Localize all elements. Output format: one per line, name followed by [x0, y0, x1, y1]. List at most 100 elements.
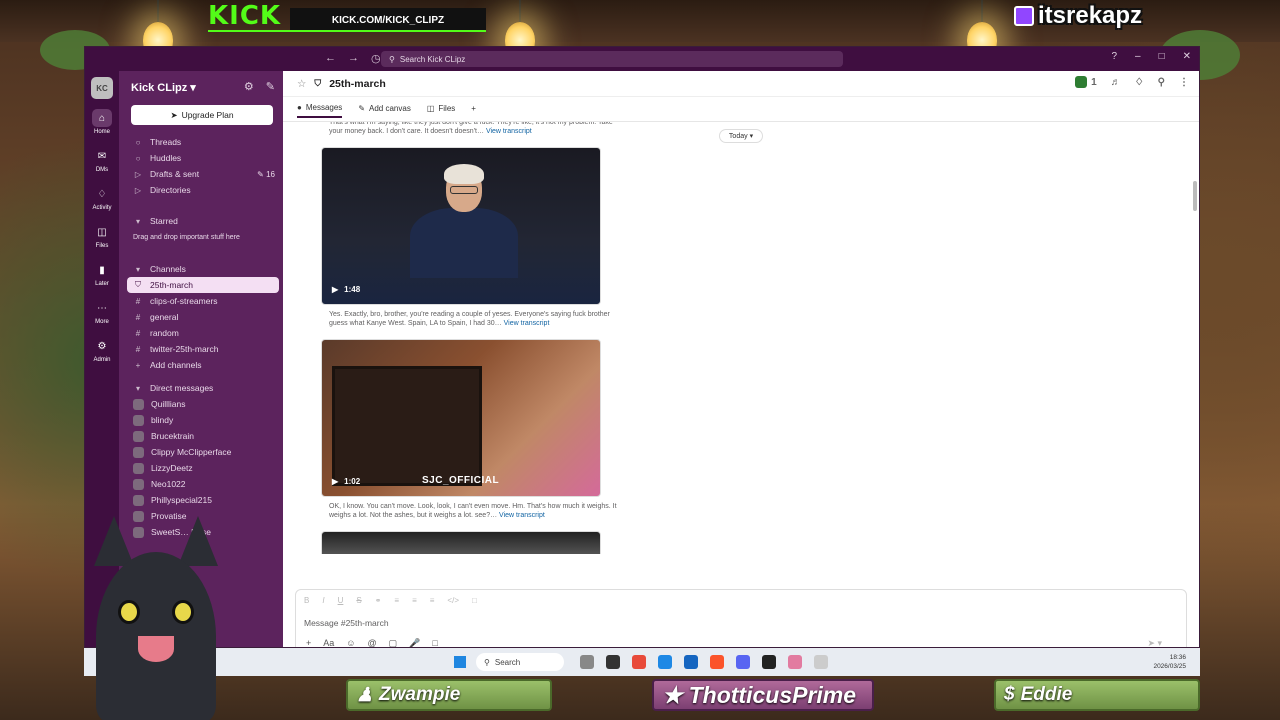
minimize-button[interactable]: –: [1135, 51, 1141, 62]
sidebar-item-label: Directories: [150, 185, 191, 195]
star-icon[interactable]: ☆: [297, 78, 306, 90]
microphone-icon[interactable]: 🎤: [409, 638, 420, 647]
video-icon[interactable]: ▢: [389, 638, 398, 647]
section-direct-messages[interactable]: ▾ Direct messages: [119, 380, 283, 396]
slash-command-icon[interactable]: □: [432, 638, 437, 647]
sidebar-item-drafts[interactable]: ▷ Drafts & sent ✎ 16: [119, 166, 283, 182]
channel-item[interactable]: # twitter-25th-march: [119, 341, 283, 357]
rail-home[interactable]: ⌂ Home: [92, 109, 112, 135]
taskbar-app-icon[interactable]: [788, 655, 802, 669]
taskbar-clock[interactable]: 18:36 2026/03/25: [1153, 653, 1186, 671]
taskbar-app-icon[interactable]: [606, 655, 620, 669]
history-clock-icon[interactable]: ◷: [371, 52, 381, 65]
dm-item[interactable]: LizzyDeetz: [119, 460, 283, 476]
taskbar-app-icon[interactable]: [658, 655, 672, 669]
help-icon[interactable]: ?: [1111, 51, 1117, 62]
dm-item[interactable]: Neo1022: [119, 476, 283, 492]
message-composer[interactable]: B I U S ⚭ ≡ ≡ ≡ </> □ Message #25th-marc…: [295, 589, 1187, 647]
dm-label: Quilllians: [151, 399, 186, 409]
send-button[interactable]: ➤ ▾: [1147, 638, 1162, 647]
search-icon[interactable]: ⚲: [1158, 77, 1165, 88]
message-input[interactable]: Message #25th-march: [304, 618, 389, 628]
channel-title[interactable]: 25th-march: [329, 78, 386, 90]
rail-activity[interactable]: ♢ Activity: [92, 185, 112, 212]
channel-item[interactable]: # random: [119, 325, 283, 341]
emoji-icon[interactable]: ☺: [346, 638, 355, 647]
compose-icon[interactable]: ✎: [266, 80, 275, 93]
channel-item[interactable]: # clips-of-streamers: [119, 293, 283, 309]
add-channels-button[interactable]: + Add channels: [119, 357, 283, 373]
video-attachment[interactable]: [321, 531, 601, 554]
section-starred[interactable]: ▾ Starred: [119, 213, 283, 229]
workspace-name[interactable]: Kick CLipz ▾: [131, 81, 196, 94]
rail-more[interactable]: ⋯ More: [92, 299, 112, 326]
search-bar[interactable]: ⚲ Search Kick CLipz: [381, 51, 843, 67]
taskbar-app-icon[interactable]: [736, 655, 750, 669]
rail-files[interactable]: ◫ Files: [92, 223, 112, 250]
windows-start-icon[interactable]: [454, 656, 466, 668]
dm-item[interactable]: Brucektrain: [119, 428, 283, 444]
cat-eye: [118, 600, 140, 624]
view-transcript-link[interactable]: View transcript: [499, 512, 545, 519]
headphones-icon: ○: [135, 153, 141, 163]
italic-icon[interactable]: I: [322, 596, 324, 605]
upgrade-plan-button[interactable]: ➤ Upgrade Plan: [131, 105, 273, 125]
forward-arrow-icon[interactable]: →: [348, 52, 359, 65]
rail-admin[interactable]: ⚙ Admin: [92, 337, 112, 364]
channel-item[interactable]: ⛉ 25th-march: [127, 277, 279, 293]
view-transcript-link[interactable]: View transcript: [486, 128, 532, 135]
bullet-list-icon[interactable]: ≡: [412, 596, 417, 605]
plus-icon[interactable]: +: [306, 638, 311, 647]
code-block-icon[interactable]: □: [472, 596, 477, 605]
tab-canvas[interactable]: ✎ Add canvas: [358, 103, 411, 118]
taskbar-app-icon[interactable]: [710, 655, 724, 669]
date-divider[interactable]: Today ▾: [719, 129, 763, 143]
ordered-list-icon[interactable]: ≡: [394, 596, 399, 605]
bold-icon[interactable]: B: [304, 596, 309, 605]
taskbar-app-icon[interactable]: [814, 655, 828, 669]
taskbar-app-icon[interactable]: [684, 655, 698, 669]
text-format-icon[interactable]: Aa: [323, 638, 334, 647]
rail-dms[interactable]: ✉ DMs: [92, 147, 112, 174]
settings-icon[interactable]: ⚙: [244, 80, 254, 93]
back-arrow-icon[interactable]: ←: [325, 52, 336, 65]
huddle-icon[interactable]: ♬: [1111, 77, 1121, 88]
taskbar-search[interactable]: ⚲ Search: [476, 653, 564, 671]
taskbar-app-icon[interactable]: [580, 655, 594, 669]
tab-files[interactable]: ◫ Files: [427, 103, 455, 118]
play-icon[interactable]: ▶: [332, 477, 338, 486]
code-icon[interactable]: </>: [447, 596, 459, 605]
kebab-menu-icon[interactable]: ⋮: [1179, 77, 1189, 88]
scrollbar[interactable]: [1193, 181, 1197, 211]
underline-icon[interactable]: U: [338, 596, 344, 605]
play-icon[interactable]: ▶: [332, 285, 338, 294]
rail-later[interactable]: ▮ Later: [92, 261, 112, 288]
sidebar-item-directories[interactable]: ▷ Directories: [119, 182, 283, 198]
members-button[interactable]: 1: [1075, 76, 1097, 88]
dm-item[interactable]: Clippy McClipperface: [119, 444, 283, 460]
close-button[interactable]: ✕: [1183, 51, 1191, 62]
dm-item[interactable]: Quilllians: [119, 396, 283, 412]
video-duration: ▶ 1:02: [332, 477, 360, 486]
video-attachment[interactable]: SJC_OFFICIAL ▶ 1:02: [321, 339, 601, 497]
maximize-button[interactable]: □: [1159, 51, 1165, 62]
member-avatar: [1075, 76, 1088, 88]
sidebar-item-threads[interactable]: ○ Threads: [119, 134, 283, 150]
sidebar-item-huddles[interactable]: ○ Huddles: [119, 150, 283, 166]
blockquote-icon[interactable]: ≡: [430, 596, 435, 605]
taskbar-app-icon[interactable]: [762, 655, 776, 669]
channel-item[interactable]: # general: [119, 309, 283, 325]
strike-icon[interactable]: S: [356, 596, 361, 605]
taskbar-app-icon[interactable]: [632, 655, 646, 669]
notification-bell-icon[interactable]: ♢: [1135, 77, 1144, 88]
link-icon[interactable]: ⚭: [375, 596, 382, 605]
section-channels[interactable]: ▾ Channels: [119, 261, 283, 277]
video-attachment[interactable]: ▶ 1:48: [321, 147, 601, 305]
view-transcript-link[interactable]: View transcript: [504, 320, 550, 327]
workspace-avatar[interactable]: KC: [91, 77, 113, 99]
add-tab-button[interactable]: +: [471, 103, 476, 118]
mention-icon[interactable]: @: [367, 638, 376, 647]
dm-item[interactable]: Phillyspecial215: [119, 492, 283, 508]
tab-messages[interactable]: ● Messages: [297, 103, 343, 118]
dm-item[interactable]: blindy: [119, 412, 283, 428]
